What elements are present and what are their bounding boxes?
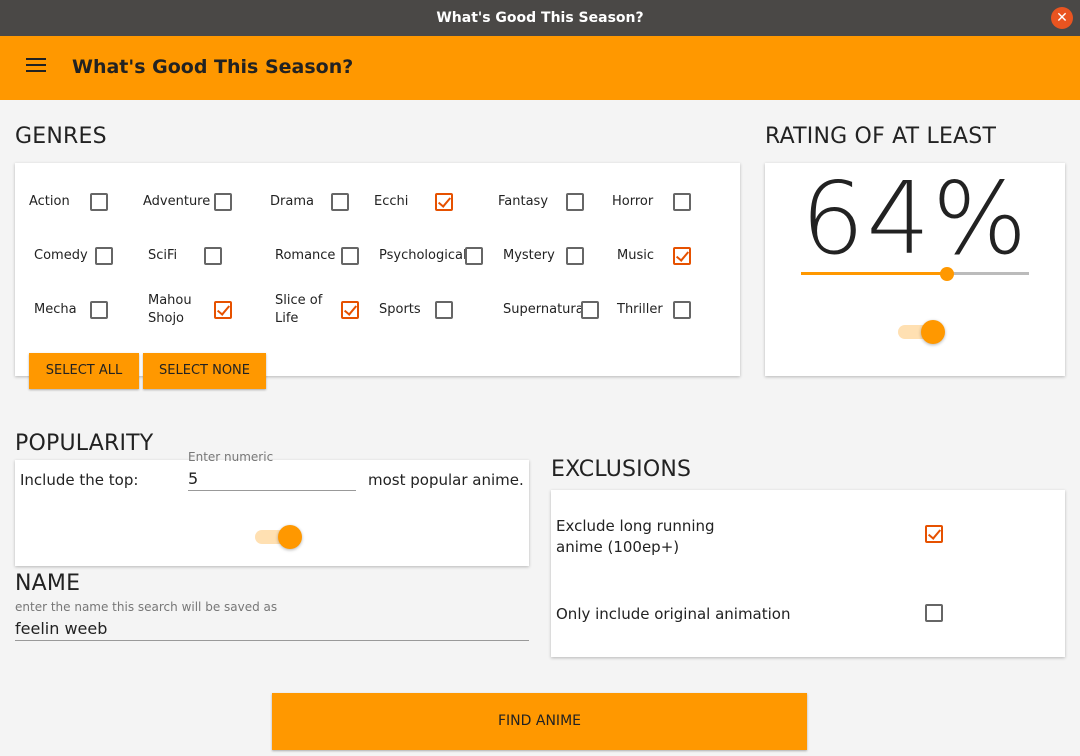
genre-checkbox[interactable] (214, 193, 232, 211)
exclusion-label-original-animation: Only include original animation (556, 605, 791, 623)
popularity-prefix: Include the top: (20, 471, 139, 489)
find-anime-button[interactable]: FIND ANIME (272, 693, 807, 750)
popularity-suffix: most popular anime. (368, 471, 524, 489)
genre-checkbox[interactable] (673, 301, 691, 319)
genre-checkbox[interactable] (331, 193, 349, 211)
genre-checkbox[interactable] (341, 247, 359, 265)
genre-label: Adventure (143, 194, 211, 209)
genre-checkbox[interactable] (581, 301, 599, 319)
genre-checkbox[interactable] (566, 247, 584, 265)
rating-value: 64% (800, 160, 1030, 277)
name-hint: enter the name this search will be saved… (15, 600, 278, 614)
popularity-input[interactable]: 5 (188, 469, 356, 491)
genre-label: Comedy (34, 248, 88, 263)
genre-label: Music (617, 248, 654, 263)
genre-checkbox[interactable] (204, 247, 222, 265)
popularity-title: POPULARITY (15, 431, 154, 456)
genre-label: Supernatural (503, 302, 588, 317)
genre-label: Romance (275, 248, 336, 263)
exclusion-checkbox-original-animation[interactable] (925, 604, 943, 622)
genre-checkbox[interactable] (90, 301, 108, 319)
window-title: What's Good This Season? (436, 10, 644, 26)
hamburger-menu-icon[interactable] (26, 58, 46, 74)
rating-slider-thumb[interactable] (939, 267, 954, 281)
genre-checkbox[interactable] (673, 193, 691, 211)
genre-checkbox[interactable] (90, 193, 108, 211)
select-none-button[interactable]: SELECT NONE (143, 353, 266, 389)
genre-checkbox[interactable] (465, 247, 483, 265)
genre-checkbox[interactable] (673, 247, 691, 265)
genre-label: Drama (270, 194, 314, 209)
genre-checkbox[interactable] (214, 301, 232, 319)
genre-checkbox[interactable] (435, 301, 453, 319)
name-input[interactable]: feelin weeb (15, 619, 529, 641)
genres-title: GENRES (15, 124, 107, 149)
genre-label: Fantasy (498, 194, 549, 209)
name-title: NAME (15, 571, 81, 596)
genre-label: Mystery (503, 248, 555, 263)
genre-checkbox[interactable] (95, 247, 113, 265)
app-bar: What's Good This Season? (0, 36, 1080, 100)
genre-label: Slice of Life (275, 293, 323, 326)
popularity-toggle-thumb[interactable] (278, 525, 302, 549)
exclusion-checkbox-long-running[interactable] (925, 525, 943, 543)
rating-slider-fill (801, 272, 947, 275)
app-title: What's Good This Season? (72, 56, 354, 78)
genre-label: Ecchi (374, 194, 409, 209)
window-titlebar: What's Good This Season? ✕ (0, 0, 1080, 36)
genre-checkbox[interactable] (566, 193, 584, 211)
exclusion-label-long-running: Exclude long running anime (100ep+) (556, 517, 715, 556)
genre-label: Action (29, 194, 70, 209)
genre-label: Psychological (379, 248, 467, 263)
genre-checkbox[interactable] (341, 301, 359, 319)
rating-toggle-thumb[interactable] (921, 320, 945, 344)
rating-title: RATING OF AT LEAST (765, 124, 997, 149)
genre-label: SciFi (148, 248, 178, 263)
exclusions-title: EXCLUSIONS (551, 457, 692, 482)
select-all-button[interactable]: SELECT ALL (29, 353, 139, 389)
genre-checkbox[interactable] (435, 193, 453, 211)
genre-label: Thriller (617, 302, 663, 317)
genre-label: Mecha (34, 302, 77, 317)
genre-label: Horror (612, 194, 654, 209)
popularity-input-hint: Enter numeric (188, 450, 274, 464)
genre-label: Sports (379, 302, 421, 317)
genre-label: Mahou Shojo (148, 293, 192, 326)
close-icon[interactable]: ✕ (1051, 7, 1073, 29)
